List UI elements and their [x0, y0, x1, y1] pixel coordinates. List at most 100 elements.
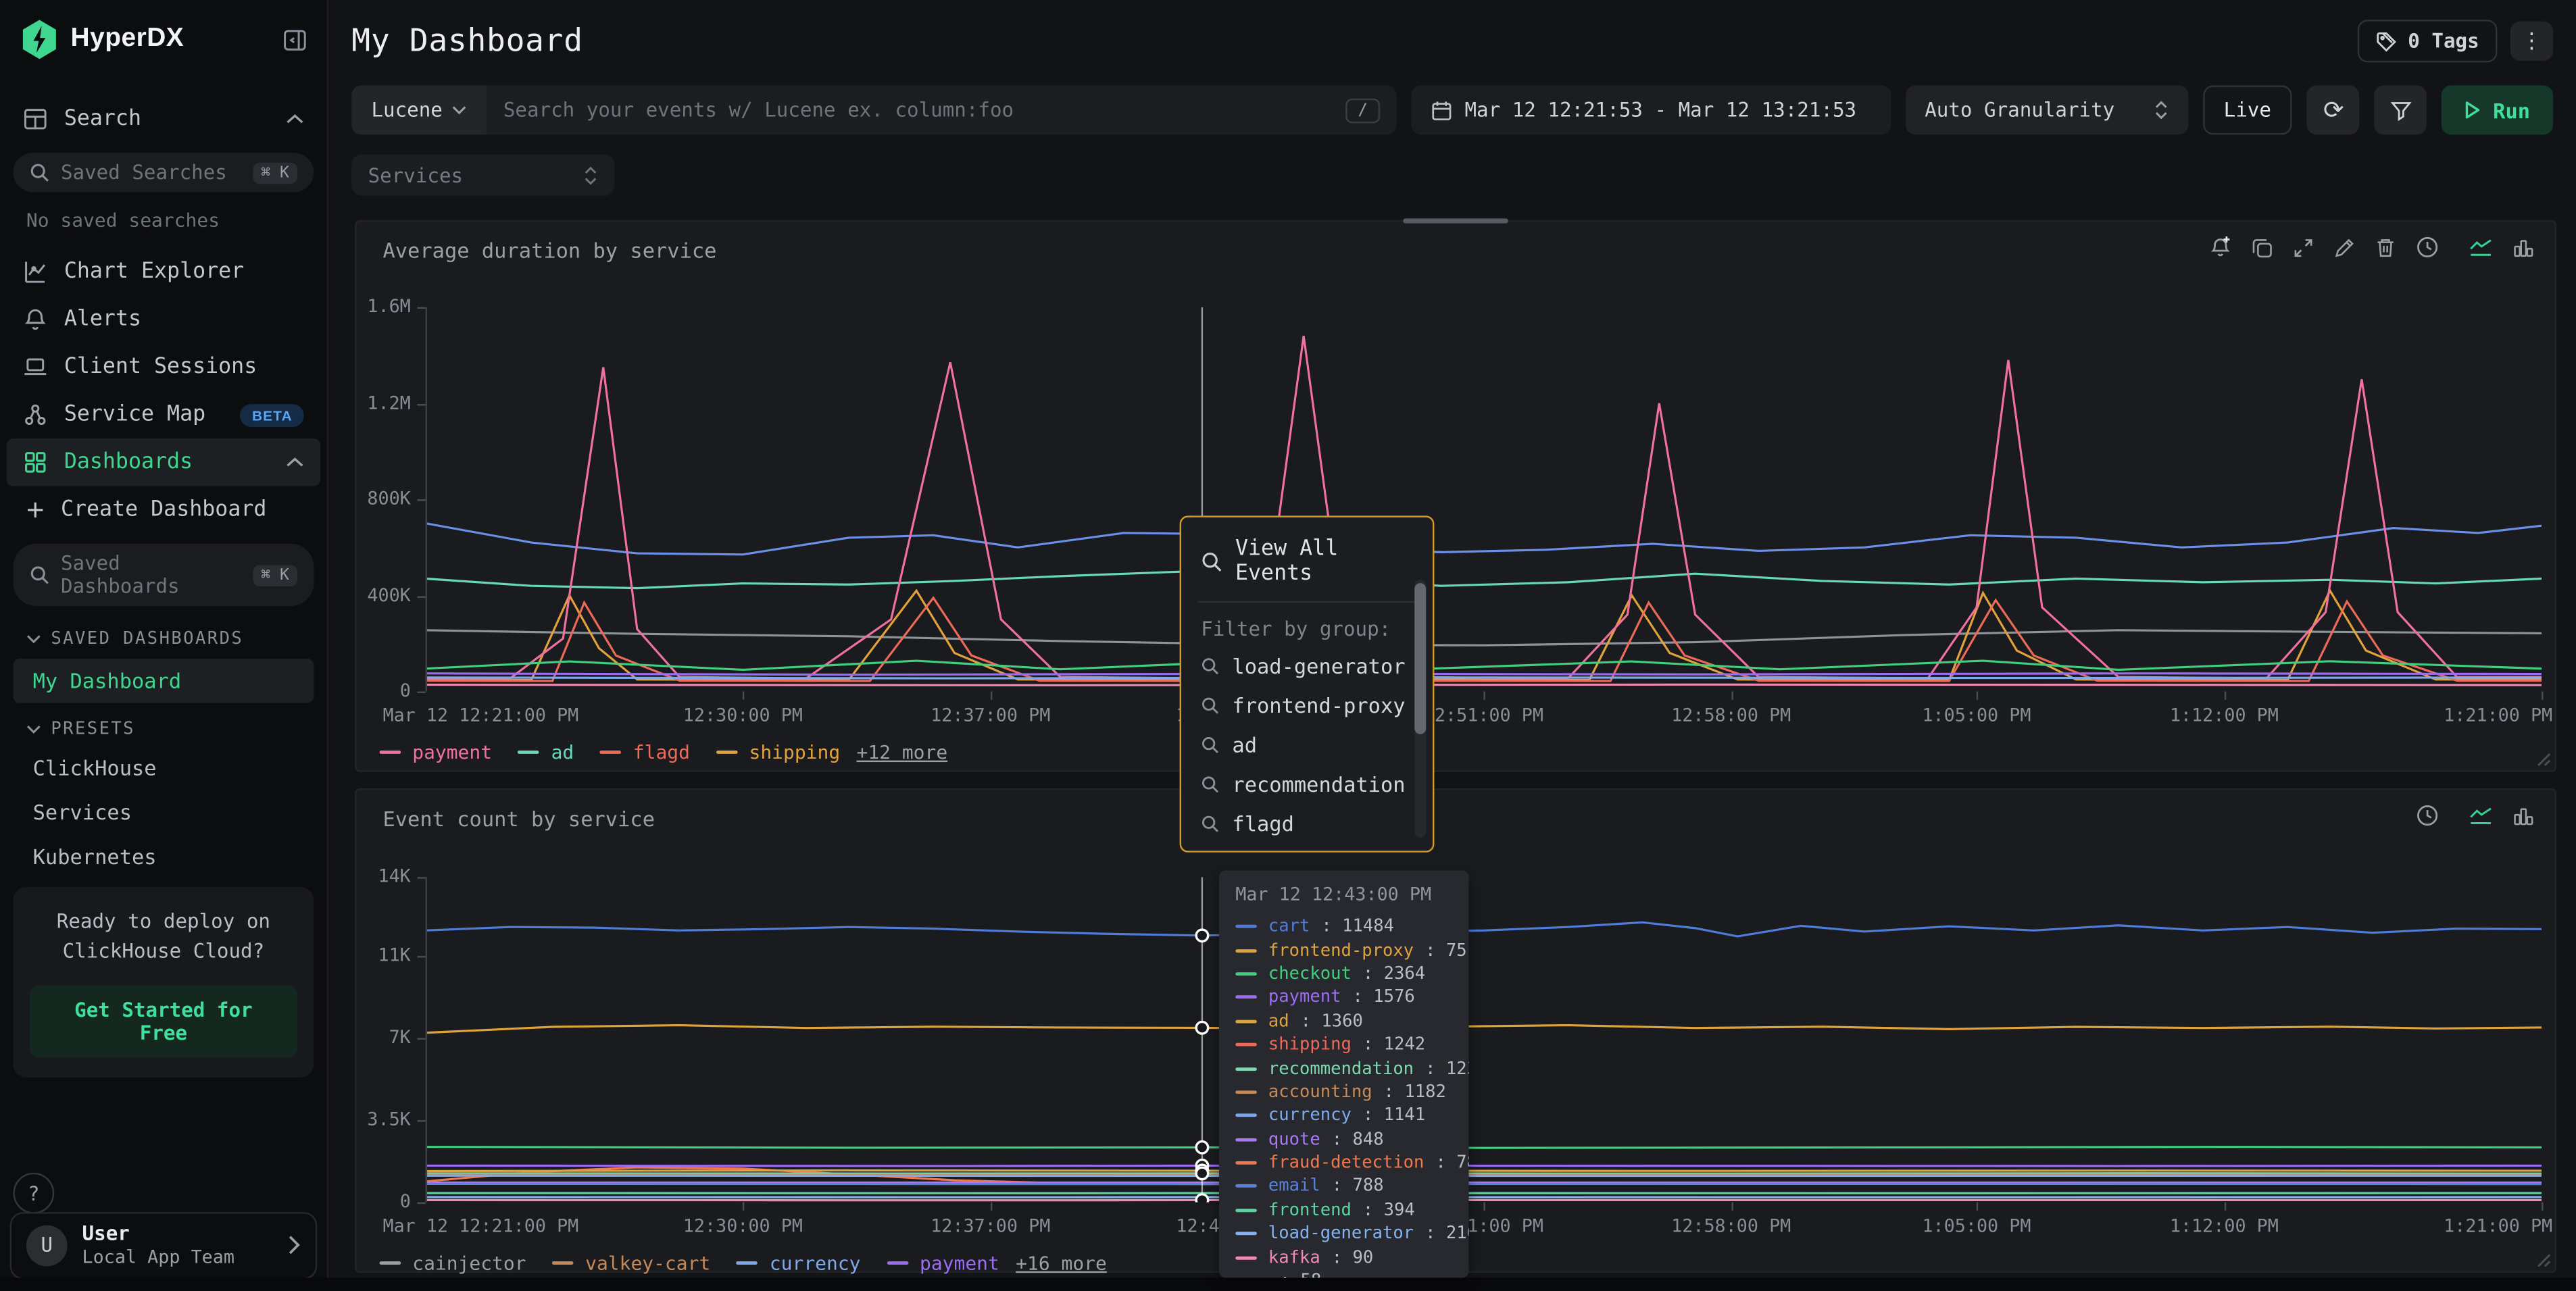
sidebar-item-services[interactable]: Services: [0, 790, 327, 834]
legend-item[interactable]: valkey-cart: [552, 1252, 710, 1275]
plot-area[interactable]: [426, 877, 2542, 1202]
popup-filter-item[interactable]: frontend-proxy: [1181, 685, 1433, 724]
granularity-select[interactable]: Auto Granularity: [1905, 85, 2187, 134]
legend-item[interactable]: ad: [518, 740, 574, 763]
sidebar-collapse-icon[interactable]: [282, 27, 307, 51]
sidebar-item-my-dashboard[interactable]: My Dashboard: [13, 659, 314, 703]
sidebar-item-service-map[interactable]: Service Map BETA: [0, 391, 327, 439]
plot-area[interactable]: [426, 307, 2542, 692]
x-tick-mark: [743, 1203, 744, 1211]
refresh-button[interactable]: ⟳: [2307, 85, 2360, 134]
popup-filter-item[interactable]: load-generator: [1181, 645, 1433, 684]
legend-label: cainjector: [412, 1252, 526, 1275]
popup-scrollbar-thumb[interactable]: [1414, 583, 1426, 734]
presets-section-header[interactable]: PRESETS: [0, 706, 327, 745]
filter-icon: [2390, 99, 2412, 121]
chevron-up-icon[interactable]: [286, 457, 304, 468]
y-tick-mark: [418, 499, 426, 501]
panel-menu-button[interactable]: ⋮: [2510, 22, 2553, 61]
time-icon[interactable]: [2415, 235, 2439, 259]
sidebar-item-create-dashboard[interactable]: Create Dashboard: [0, 486, 327, 534]
view-all-events-item[interactable]: View All Events: [1181, 530, 1433, 592]
legend-item[interactable]: shipping: [716, 740, 840, 763]
legend-item[interactable]: payment: [380, 740, 492, 763]
sidebar-item-label: Client Sessions: [64, 355, 304, 379]
date-range-picker[interactable]: Mar 12 12:21:53 - Mar 12 13:21:53: [1410, 85, 1890, 134]
duplicate-icon[interactable]: [2251, 236, 2274, 259]
popup-filter-item[interactable]: flagd: [1181, 803, 1433, 842]
popup-scrollbar[interactable]: [1414, 580, 1426, 838]
resize-grip-icon[interactable]: [2537, 1253, 2552, 1268]
no-saved-searches-text: No saved searches: [0, 202, 327, 248]
sidebar-item-client-sessions[interactable]: Client Sessions: [0, 343, 327, 391]
app-window: HyperDX Search Saved Searches ⌘ K No sav…: [0, 0, 2576, 1291]
legend-item[interactable]: flagd: [600, 740, 690, 763]
help-button[interactable]: ?: [13, 1173, 54, 1214]
legend-more-link[interactable]: +16 more: [1016, 1252, 1107, 1275]
panel-drag-handle[interactable]: [1403, 218, 1508, 223]
saved-searches-input[interactable]: Saved Searches ⌘ K: [13, 153, 314, 192]
legend-more-link[interactable]: +12 more: [856, 740, 947, 763]
search-icon: [30, 565, 49, 584]
y-tick-label: 11K: [357, 944, 411, 966]
run-button[interactable]: Run: [2442, 85, 2553, 134]
y-tick-label: 0: [357, 680, 411, 702]
filter-button[interactable]: [2375, 85, 2427, 134]
sidebar-item-alerts[interactable]: Alerts: [0, 296, 327, 344]
y-tick-mark: [418, 1203, 426, 1204]
tooltip-row: : 58: [1235, 1269, 1452, 1277]
sidebar-item-label: Search: [64, 107, 270, 131]
line-chart-icon[interactable]: [2468, 803, 2494, 828]
search-input[interactable]: Search your events w/ Lucene ex. column:…: [487, 85, 1396, 134]
tag-icon: [2375, 30, 2397, 52]
x-tick-label: 12:30:00 PM: [683, 705, 803, 726]
sidebar-item-chart-explorer[interactable]: Chart Explorer: [0, 248, 327, 296]
y-tick-label: 1.2M: [357, 392, 411, 413]
legend-item[interactable]: cainjector: [380, 1252, 526, 1275]
y-tick-label: 400K: [357, 584, 411, 605]
sidebar-item-kubernetes[interactable]: Kubernetes: [0, 834, 327, 879]
services-select[interactable]: Services: [351, 155, 614, 196]
x-tick-label: 1:21:00 PM: [2444, 705, 2552, 726]
saved-dashboards-input[interactable]: Saved Dashboards ⌘ K: [13, 544, 314, 606]
expand-icon[interactable]: [2292, 236, 2315, 259]
language-selector[interactable]: Lucene: [351, 85, 487, 134]
x-tick-label: 1:05:00 PM: [1922, 705, 2031, 726]
bar-chart-icon[interactable]: [2512, 804, 2535, 827]
sidebar: HyperDX Search Saved Searches ⌘ K No sav…: [0, 0, 328, 1291]
chart-canvas[interactable]: [426, 307, 2542, 692]
tooltip-row: frontend: 394: [1235, 1198, 1452, 1222]
legend-item[interactable]: payment: [887, 1252, 999, 1275]
delete-icon[interactable]: [2374, 236, 2397, 259]
live-button[interactable]: Live: [2202, 85, 2292, 134]
tags-button[interactable]: 0 Tags: [2357, 20, 2498, 62]
bar-chart-icon[interactable]: [2512, 236, 2535, 259]
user-card[interactable]: U User Local App Team: [10, 1212, 318, 1279]
line-chart-icon[interactable]: [2468, 235, 2494, 259]
time-icon[interactable]: [2415, 803, 2439, 828]
saved-dashboards-placeholder: Saved Dashboards: [61, 552, 241, 598]
sidebar-item-search[interactable]: Search: [0, 95, 327, 143]
popup-filter-item[interactable]: ad: [1181, 724, 1433, 763]
chart-canvas[interactable]: [426, 877, 2542, 1202]
y-tick-label: 7K: [357, 1026, 411, 1048]
get-started-button[interactable]: Get Started for Free: [30, 986, 297, 1058]
resize-grip-icon[interactable]: [2537, 752, 2552, 767]
x-tick-label: 12:30:00 PM: [683, 1215, 803, 1237]
popup-divider: [1197, 601, 1416, 603]
sidebar-item-clickhouse[interactable]: ClickHouse: [0, 746, 327, 790]
series-line-payment: [426, 336, 2542, 678]
popup-filter-item[interactable]: frontend: [1181, 842, 1433, 853]
alert-add-icon[interactable]: [2208, 235, 2233, 259]
hyperdx-logo-icon: [22, 20, 57, 59]
chart-title: Average duration by service: [382, 238, 716, 263]
select-chevrons-icon: [583, 165, 598, 184]
chevron-up-icon[interactable]: [286, 113, 304, 125]
x-tick-label: 1:21:00 PM: [2444, 1215, 2552, 1237]
edit-icon[interactable]: [2333, 236, 2356, 259]
popup-filter-item[interactable]: recommendation: [1181, 764, 1433, 803]
sidebar-item-dashboards[interactable]: Dashboards: [7, 438, 320, 486]
x-tick-label: 1:12:00 PM: [2170, 705, 2279, 726]
saved-dashboards-section-header[interactable]: SAVED DASHBOARDS: [0, 616, 327, 655]
legend-item[interactable]: currency: [737, 1252, 860, 1275]
